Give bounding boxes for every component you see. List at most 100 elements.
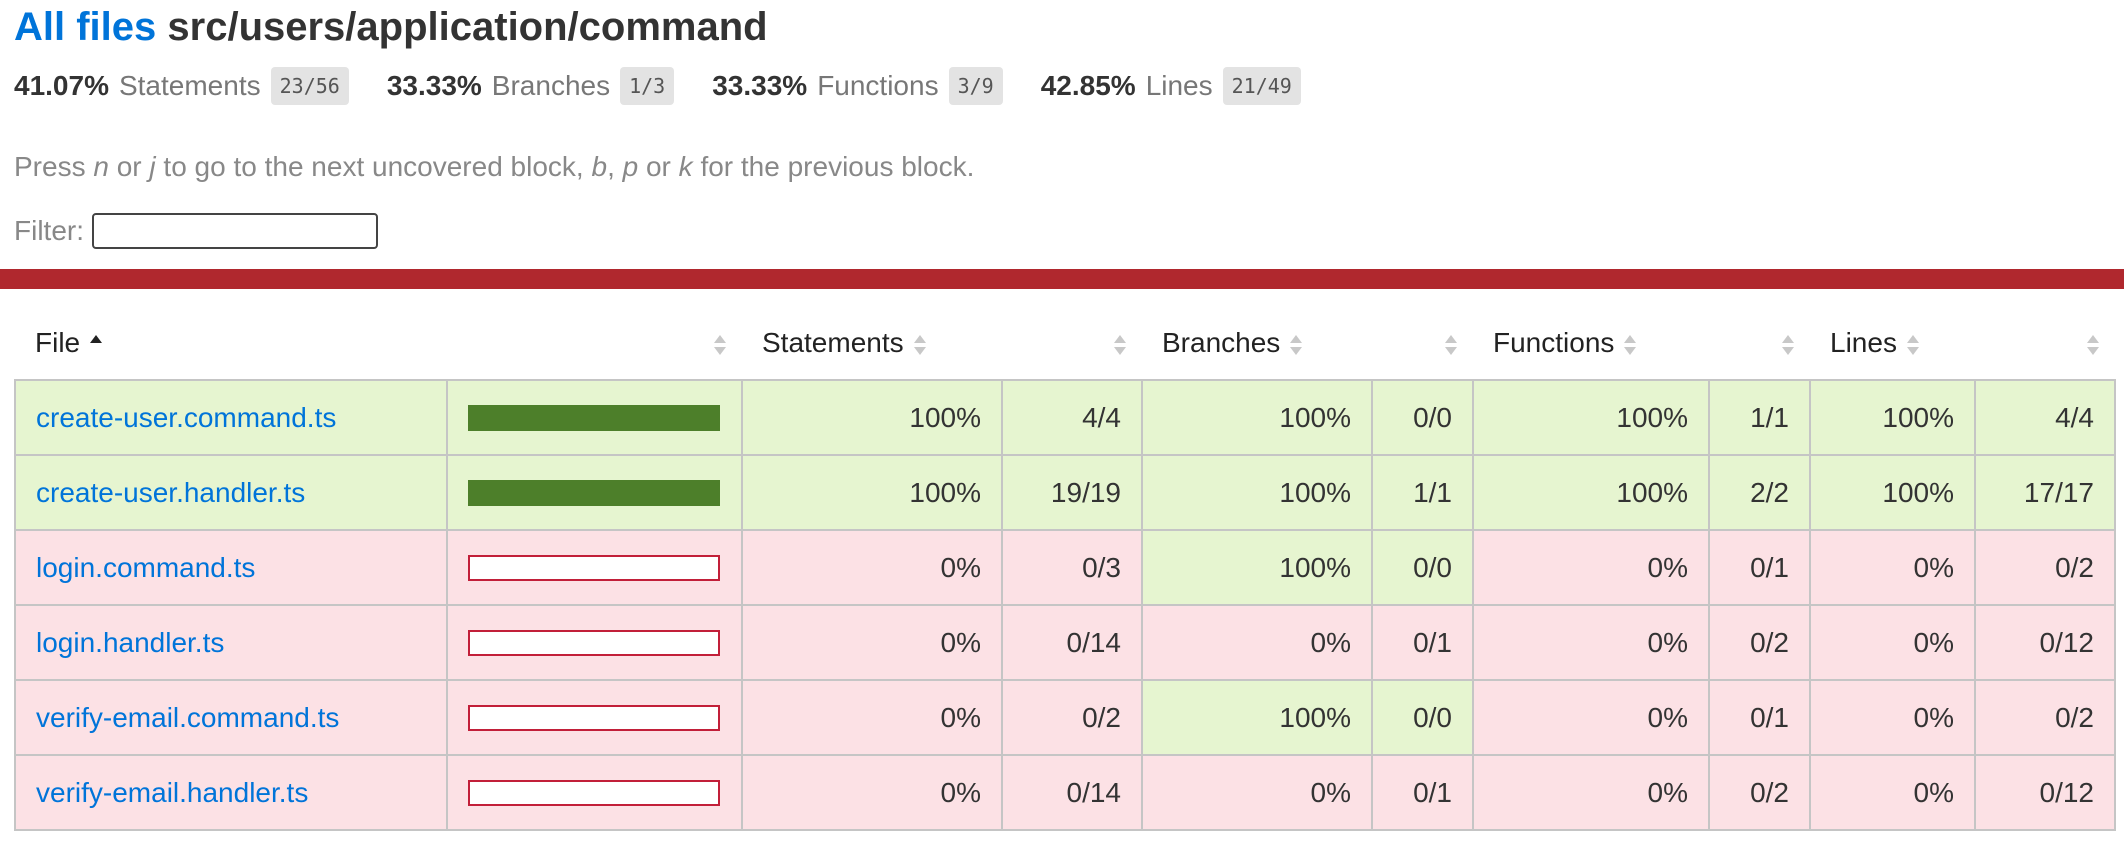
coverage-table: File Statements Branches Functions Lines… bbox=[14, 307, 2116, 831]
file-cell: login.command.ts bbox=[14, 529, 448, 606]
table-row: verify-email.command.ts 0% 0/2 100% 0/0 … bbox=[14, 679, 2116, 756]
file-link[interactable]: create-user.command.ts bbox=[36, 402, 336, 433]
summary-functions: 33.33% Functions 3/9 bbox=[712, 67, 1003, 105]
summary-pct: 41.07% bbox=[14, 70, 109, 101]
statements-pct: 0% bbox=[741, 604, 1003, 681]
header-branches-raw[interactable] bbox=[1372, 307, 1473, 380]
header-functions-raw[interactable] bbox=[1709, 307, 1810, 380]
summary-statements: 41.07% Statements 23/56 bbox=[14, 67, 349, 105]
summary-branches: 33.33% Branches 1/3 bbox=[387, 67, 675, 105]
branches-pct: 100% bbox=[1141, 529, 1373, 606]
summary-label: Functions bbox=[817, 70, 939, 101]
coverage-bar-cell bbox=[446, 754, 743, 831]
statements-fraction: 0/2 bbox=[1001, 679, 1143, 756]
summary-fraction: 23/56 bbox=[270, 67, 349, 105]
functions-pct: 0% bbox=[1472, 754, 1710, 831]
header-lines[interactable]: Lines bbox=[1810, 307, 1975, 380]
coverage-bar-cell bbox=[446, 379, 743, 456]
file-cell: verify-email.command.ts bbox=[14, 679, 448, 756]
filter-row: Filter: bbox=[14, 213, 2110, 249]
statements-pct: 0% bbox=[741, 754, 1003, 831]
coverage-bar-fill bbox=[470, 406, 718, 429]
branches-fraction: 0/0 bbox=[1371, 679, 1474, 756]
branches-fraction: 0/0 bbox=[1371, 529, 1474, 606]
header-statements[interactable]: Statements bbox=[742, 307, 1002, 380]
statements-fraction: 19/19 bbox=[1001, 454, 1143, 531]
summary-label: Lines bbox=[1145, 70, 1213, 101]
lines-fraction: 17/17 bbox=[1974, 454, 2116, 531]
branches-pct: 0% bbox=[1141, 604, 1373, 681]
summary-pct: 42.85% bbox=[1040, 70, 1136, 101]
functions-fraction: 0/1 bbox=[1708, 679, 1811, 756]
file-cell: create-user.handler.ts bbox=[14, 454, 448, 531]
file-link[interactable]: login.handler.ts bbox=[36, 627, 224, 658]
header-file[interactable]: File bbox=[15, 307, 447, 380]
table-row: login.command.ts 0% 0/3 100% 0/0 0% 0/1 … bbox=[14, 529, 2116, 606]
functions-fraction: 0/2 bbox=[1708, 604, 1811, 681]
coverage-bar-cell bbox=[446, 529, 743, 606]
functions-fraction: 0/1 bbox=[1708, 529, 1811, 606]
statements-pct: 100% bbox=[741, 454, 1003, 531]
file-link[interactable]: create-user.handler.ts bbox=[36, 477, 305, 508]
file-cell: login.handler.ts bbox=[14, 604, 448, 681]
branches-fraction: 0/0 bbox=[1371, 379, 1474, 456]
file-cell: verify-email.handler.ts bbox=[14, 754, 448, 831]
statements-pct: 0% bbox=[741, 679, 1003, 756]
branches-fraction: 1/1 bbox=[1371, 454, 1474, 531]
coverage-bar bbox=[468, 404, 720, 431]
branches-pct: 0% bbox=[1141, 754, 1373, 831]
file-link[interactable]: verify-email.command.ts bbox=[36, 702, 339, 733]
summary-fraction: 1/3 bbox=[620, 67, 675, 105]
header-branches[interactable]: Branches bbox=[1142, 307, 1372, 380]
header-file-bar[interactable] bbox=[447, 307, 742, 380]
summary-fraction: 21/49 bbox=[1222, 67, 1301, 105]
file-link[interactable]: verify-email.handler.ts bbox=[36, 777, 308, 808]
branches-pct: 100% bbox=[1141, 454, 1373, 531]
sort-icon bbox=[2087, 334, 2099, 355]
branches-fraction: 0/1 bbox=[1371, 754, 1474, 831]
lines-pct: 0% bbox=[1809, 604, 1976, 681]
lines-fraction: 0/12 bbox=[1974, 604, 2116, 681]
coverage-bar bbox=[468, 479, 720, 506]
file-link[interactable]: login.command.ts bbox=[36, 552, 255, 583]
functions-fraction: 0/2 bbox=[1708, 754, 1811, 831]
coverage-bar-fill bbox=[470, 481, 718, 504]
header-statements-raw[interactable] bbox=[1002, 307, 1142, 380]
lines-fraction: 0/12 bbox=[1974, 754, 2116, 831]
filter-input[interactable] bbox=[92, 213, 378, 249]
functions-fraction: 1/1 bbox=[1708, 379, 1811, 456]
branches-pct: 100% bbox=[1141, 379, 1373, 456]
coverage-bar-cell bbox=[446, 454, 743, 531]
lines-pct: 0% bbox=[1809, 754, 1976, 831]
statements-fraction: 0/14 bbox=[1001, 604, 1143, 681]
sort-icon bbox=[1445, 334, 1457, 355]
branches-pct: 100% bbox=[1141, 679, 1373, 756]
functions-pct: 0% bbox=[1472, 604, 1710, 681]
statements-pct: 0% bbox=[741, 529, 1003, 606]
summary-label: Statements bbox=[118, 70, 261, 101]
functions-pct: 100% bbox=[1472, 454, 1710, 531]
table-row: verify-email.handler.ts 0% 0/14 0% 0/1 0… bbox=[14, 754, 2116, 831]
summary-fraction: 3/9 bbox=[948, 67, 1003, 105]
all-files-link[interactable]: All files bbox=[14, 5, 156, 49]
sort-icon bbox=[913, 334, 926, 355]
current-path: src/users/application/command bbox=[167, 5, 768, 49]
summary-lines: 42.85% Lines 21/49 bbox=[1041, 67, 1301, 105]
functions-pct: 100% bbox=[1472, 379, 1710, 456]
keyboard-help-text: Press n or j to go to the next uncovered… bbox=[14, 151, 975, 182]
table-row: create-user.handler.ts 100% 19/19 100% 1… bbox=[14, 454, 2116, 531]
header-section: All files src/users/application/command … bbox=[0, 0, 2124, 249]
file-cell: create-user.command.ts bbox=[14, 379, 448, 456]
coverage-bar bbox=[468, 704, 720, 731]
statements-fraction: 0/3 bbox=[1001, 529, 1143, 606]
branches-fraction: 0/1 bbox=[1371, 604, 1474, 681]
table-row: login.handler.ts 0% 0/14 0% 0/1 0% 0/2 0… bbox=[14, 604, 2116, 681]
sort-icon bbox=[1290, 334, 1303, 355]
table-header-row: File Statements Branches Functions Lines bbox=[15, 307, 2115, 380]
sort-icon bbox=[1624, 334, 1637, 355]
header-lines-raw[interactable] bbox=[1975, 307, 2115, 380]
coverage-bar bbox=[468, 629, 720, 656]
sort-ascending-icon bbox=[90, 334, 103, 355]
sort-icon bbox=[1782, 334, 1794, 355]
header-functions[interactable]: Functions bbox=[1473, 307, 1709, 380]
